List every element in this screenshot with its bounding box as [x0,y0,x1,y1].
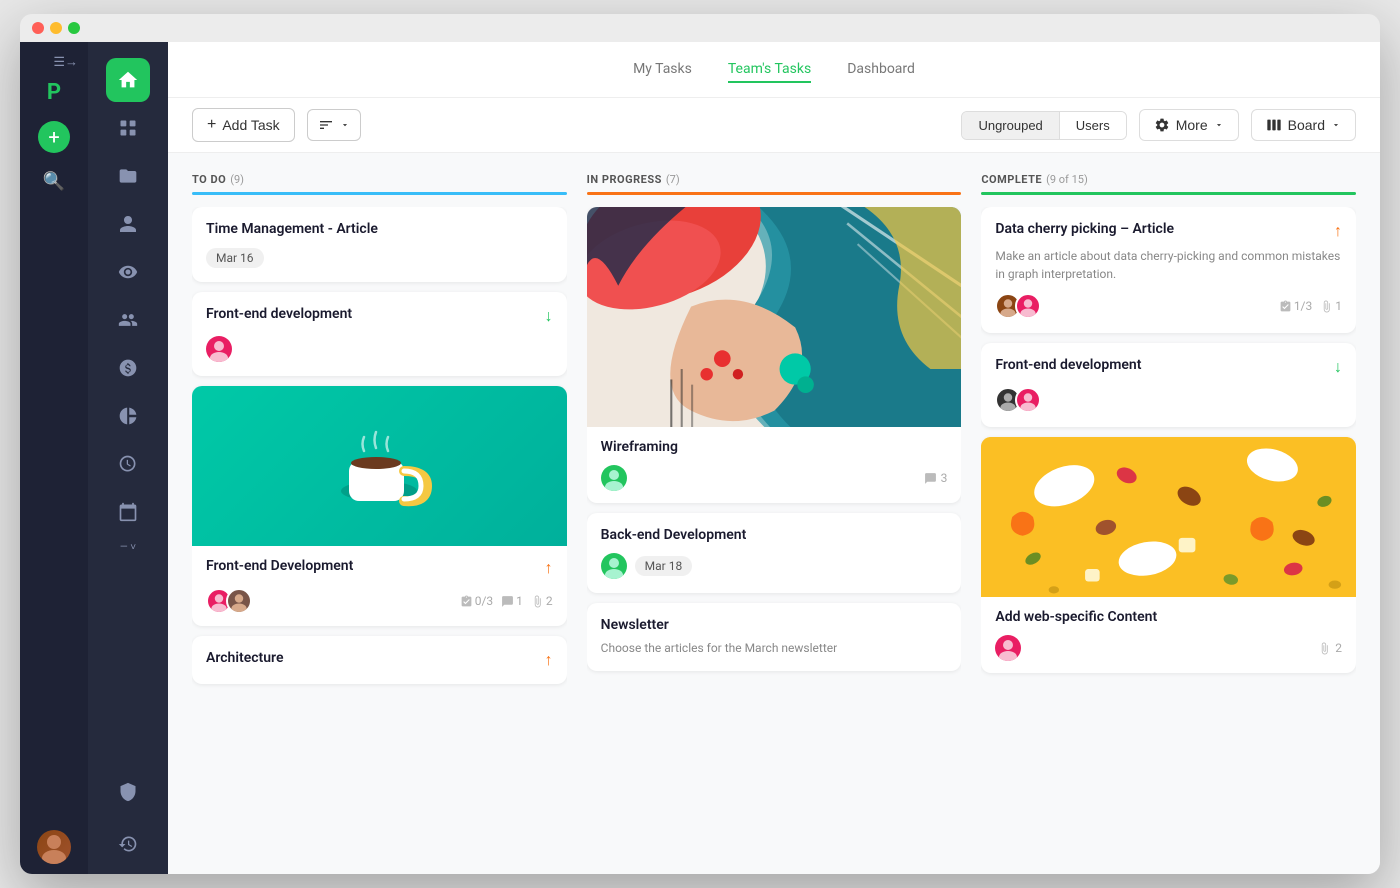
subtask-meta: 0/3 [460,594,493,608]
card-title: Front-end development [995,357,1141,373]
top-navigation: My Tasks Team's Tasks Dashboard [168,42,1380,98]
sidebar-expand-more[interactable]: — ˅ [120,542,136,553]
column-inprogress-title: IN PROGRESS [587,173,662,186]
card-frontend-dev[interactable]: Front-end development ↓ [192,292,567,376]
priority-up-icon: ↑ [1334,221,1342,241]
column-inprogress-count: (7) [666,173,680,186]
card-newsletter[interactable]: Newsletter Choose the articles for the M… [587,603,962,671]
column-in-progress: IN PROGRESS (7) [587,173,962,854]
minimize-btn[interactable] [50,22,62,34]
user-avatar[interactable] [37,830,71,864]
column-complete-title: COMPLETE [981,173,1042,186]
sidebar-item-board[interactable] [106,106,150,150]
avatar [995,635,1021,661]
avatar [601,553,627,579]
avatar [601,465,627,491]
card-frontend-complete[interactable]: Front-end development ↓ [981,343,1356,427]
board-button[interactable]: Board [1251,109,1356,141]
sidebar-expand-icon[interactable]: ☰→ [53,54,88,70]
card-desc: Make an article about data cherry-pickin… [995,247,1342,283]
card-title: Newsletter [601,617,948,633]
sidebar-item-calendar[interactable] [106,490,150,534]
attachment-meta: 2 [531,594,553,608]
sidebar-item-chart[interactable] [106,394,150,438]
card-wireframing[interactable]: Wireframing 3 [587,207,962,503]
sidebar-item-eye[interactable] [106,250,150,294]
avatar-stack [206,588,252,614]
avatar [1015,293,1041,319]
sidebar-item-home[interactable] [106,58,150,102]
priority-down-icon: ↓ [545,306,553,326]
priority-up-icon: ↑ [545,650,553,670]
more-button[interactable]: More [1139,109,1239,141]
priority-down-icon: ↓ [1334,357,1342,377]
search-icon[interactable]: 🔍 [43,171,65,192]
add-task-button[interactable]: + Add Task [192,108,295,142]
card-title: Add web-specific Content [995,609,1342,625]
column-todo-title: TO DO [192,173,226,186]
column-todo-count: (9) [230,173,244,186]
avatar-stack [995,387,1041,413]
card-desc: Choose the articles for the March newsle… [601,639,948,657]
maximize-btn[interactable] [68,22,80,34]
sidebar-item-dollar[interactable] [106,346,150,390]
card-title: Back-end Development [601,527,948,543]
close-btn[interactable] [32,22,44,34]
card-frontend-dev-img[interactable]: Front-end Development ↑ [192,386,567,626]
card-title: Architecture [206,650,284,666]
sidebar-item-clock[interactable] [106,442,150,486]
sidebar-bottom-settings[interactable] [106,770,150,814]
card-tag: Mar 16 [206,248,264,268]
group-users-btn[interactable]: Users [1059,112,1126,139]
add-button[interactable]: + [38,121,70,153]
card-title: Time Management - Article [206,221,553,237]
card-title: Front-end Development [206,558,353,574]
sidebar-bottom-history[interactable] [106,822,150,866]
card-architecture[interactable]: Architecture ↑ [192,636,567,684]
card-title: Wireframing [601,439,948,455]
toolbar: + Add Task Ungrouped Users [168,98,1380,153]
comment-meta: 1 [501,594,523,608]
sidebar-item-person[interactable] [106,202,150,246]
column-complete: COMPLETE (9 of 15) Data cherry picking –… [981,173,1356,854]
card-title: Data cherry picking – Article [995,221,1174,237]
group-ungrouped-btn[interactable]: Ungrouped [962,112,1058,139]
card-tag: Mar 18 [635,556,693,576]
card-backend-dev[interactable]: Back-end Development Mar 18 [587,513,962,593]
filter-button[interactable] [307,109,361,141]
card-data-cherry[interactable]: Data cherry picking – Article ↑ Make an … [981,207,1356,333]
board: TO DO (9) Time Management - Article Mar … [168,153,1380,874]
tab-my-tasks[interactable]: My Tasks [633,57,692,83]
sidebar-item-team[interactable] [106,298,150,342]
app-logo: P [47,80,61,105]
grouping-buttons: Ungrouped Users [961,111,1126,140]
column-complete-count: (9 of 15) [1046,173,1088,186]
priority-up-icon: ↑ [545,558,553,578]
avatar [206,336,232,362]
column-todo: TO DO (9) Time Management - Article Mar … [192,173,567,854]
card-time-management[interactable]: Time Management - Article Mar 16 [192,207,567,282]
tab-teams-tasks[interactable]: Team's Tasks [728,57,811,83]
card-title: Front-end development [206,306,352,322]
card-web-content[interactable]: Add web-specific Content 2 [981,437,1356,673]
tab-dashboard[interactable]: Dashboard [847,57,915,83]
sidebar-item-folder[interactable] [106,154,150,198]
